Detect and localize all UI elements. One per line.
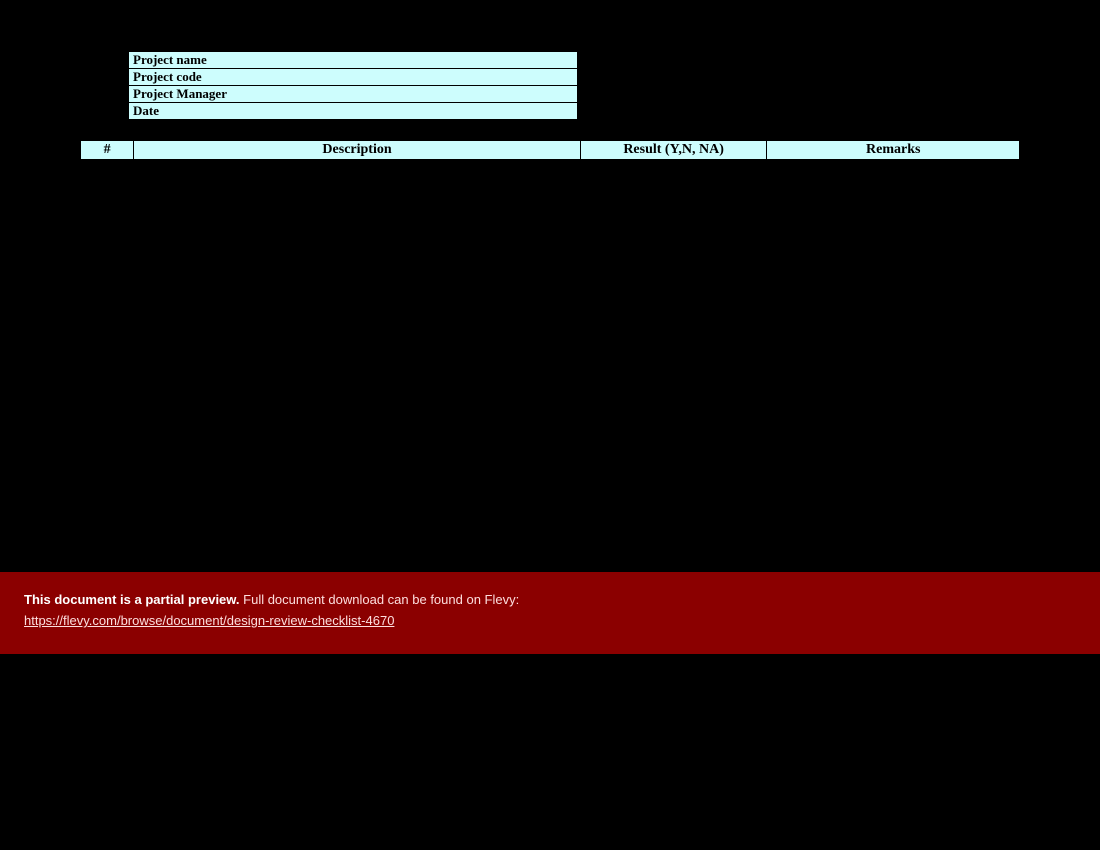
document-page: Project name Project code Project Manage… <box>0 0 1100 850</box>
preview-banner-bold: This document is a partial preview. <box>24 592 240 607</box>
preview-banner: This document is a partial preview. Full… <box>0 572 1100 654</box>
preview-banner-link[interactable]: https://flevy.com/browse/document/design… <box>24 613 394 628</box>
info-row-project-code: Project code <box>129 69 578 86</box>
preview-banner-link-row: https://flevy.com/browse/document/design… <box>24 613 1076 628</box>
info-label-date: Date <box>129 103 578 120</box>
checklist-header-result: Result (Y,N, NA) <box>580 141 767 160</box>
checklist-header-remarks: Remarks <box>767 141 1020 160</box>
info-row-date: Date <box>129 103 578 120</box>
checklist-header-row: # Description Result (Y,N, NA) Remarks <box>81 141 1020 160</box>
info-row-project-name: Project name <box>129 52 578 69</box>
preview-banner-rest: Full document download can be found on F… <box>240 592 520 607</box>
info-label-project-code: Project code <box>129 69 578 86</box>
preview-banner-text: This document is a partial preview. Full… <box>24 592 1076 607</box>
info-label-project-name: Project name <box>129 52 578 69</box>
info-label-project-manager: Project Manager <box>129 86 578 103</box>
project-info-table: Project name Project code Project Manage… <box>128 51 578 120</box>
checklist-header-desc: Description <box>134 141 580 160</box>
info-row-project-manager: Project Manager <box>129 86 578 103</box>
checklist-header-num: # <box>81 141 134 160</box>
checklist-table: # Description Result (Y,N, NA) Remarks <box>80 140 1020 160</box>
